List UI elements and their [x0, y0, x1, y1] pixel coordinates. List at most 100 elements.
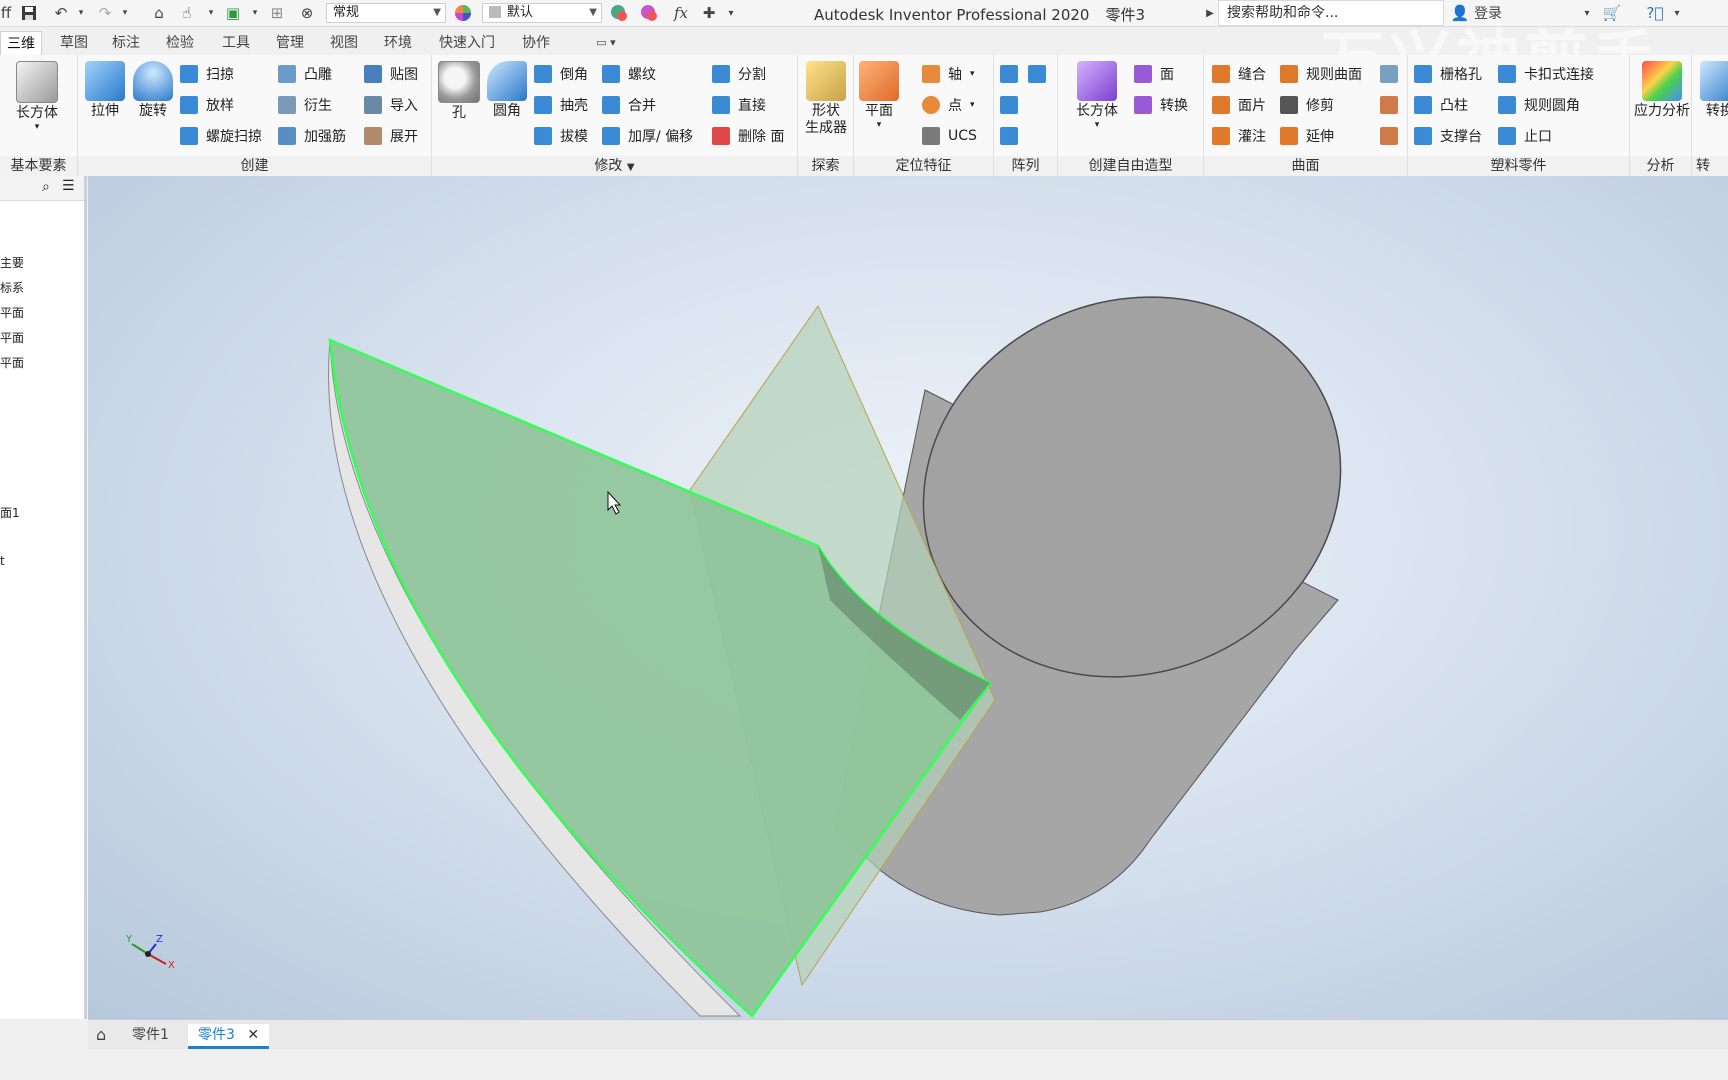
freeform-box-button[interactable]: 长方体 ▾ [1072, 61, 1122, 130]
surface-tool-1-button[interactable] [1380, 62, 1398, 86]
doc-tab-part1[interactable]: 零件1 [132, 1024, 169, 1046]
sculpt-button[interactable]: 灌注 [1212, 124, 1266, 148]
search-icon[interactable]: ⌕ [42, 179, 50, 195]
shell-button[interactable]: 抽壳 [534, 93, 588, 117]
delete-face-button[interactable]: 删除 面 [712, 124, 784, 148]
graphics-viewport[interactable]: Y X Z [88, 176, 1728, 1019]
combine-button[interactable]: 合并 [602, 93, 656, 117]
browser-item-xy-plane[interactable]: 平面 [0, 354, 24, 371]
tab-collaborate[interactable]: 协作 [512, 31, 560, 55]
work-point-button[interactable]: 点 ▾ [922, 93, 975, 117]
surface-tool-3-button[interactable] [1380, 124, 1398, 148]
tab-3d-model[interactable]: 三维模型 [0, 31, 42, 76]
decal-button[interactable]: 贴图 [364, 62, 418, 86]
freeform-face-button[interactable]: 面 [1134, 62, 1174, 86]
work-plane-button[interactable]: 平面 ▾ [854, 61, 904, 130]
ucs-button[interactable]: UCS [922, 124, 977, 148]
hole-button[interactable]: 孔 [434, 61, 484, 122]
revolve-button[interactable]: 旋转 [128, 61, 178, 120]
close-icon[interactable]: ✕ [247, 1027, 259, 1043]
coil-button[interactable]: 螺旋扫掠 [180, 124, 262, 148]
select-icon[interactable]: ☝ [176, 3, 198, 23]
snap-fit-button[interactable]: 卡扣式连接 [1498, 62, 1594, 86]
grill-button[interactable]: 栅格孔 [1414, 62, 1482, 86]
browser-item-coordinate-system[interactable]: 标系 [0, 279, 24, 296]
thread-button[interactable]: 螺纹 [602, 62, 656, 86]
tab-manage[interactable]: 管理 [268, 31, 312, 55]
circular-pattern-button[interactable] [1000, 93, 1018, 117]
stress-analysis-button[interactable]: 应力分析 [1631, 61, 1693, 120]
patch-button[interactable]: 面片 [1212, 93, 1266, 117]
rest-button[interactable]: 支撑台 [1414, 124, 1482, 148]
select-dropdown-icon[interactable]: ▾ [206, 3, 216, 23]
derive-button[interactable]: 衍生 [278, 93, 332, 117]
customize-dropdown-icon[interactable]: ▾ [724, 3, 738, 23]
tab-get-started[interactable]: 快速入门 [432, 31, 502, 55]
tab-inspect[interactable]: 检验 [158, 31, 202, 55]
chamfer-button[interactable]: 倒角 [534, 62, 588, 86]
sketch-pattern-button[interactable] [1000, 124, 1018, 148]
panel-title-modify[interactable]: 修改 ▼ [432, 156, 797, 176]
browser-item-surface[interactable]: 面1 [0, 504, 20, 521]
tab-environments[interactable]: 环境 [376, 31, 420, 55]
rectangular-pattern-button[interactable] [1000, 62, 1018, 86]
rule-fillet-button[interactable]: 规则圆角 [1498, 93, 1580, 117]
browser-item-yz-plane[interactable]: 平面 [0, 304, 24, 321]
sweep-button[interactable]: 扫掠 [180, 62, 234, 86]
color-override-icon[interactable]: ⊗ [296, 3, 318, 23]
save-icon[interactable] [18, 3, 40, 23]
thicken-offset-button[interactable]: 加厚/ 偏移 [602, 124, 693, 148]
draft-button[interactable]: 拔模 [534, 124, 588, 148]
tab-sketch[interactable]: 草图 [52, 31, 96, 55]
mirror-button[interactable] [1028, 62, 1046, 86]
trim-button[interactable]: 修剪 [1280, 93, 1334, 117]
ribbon-display-toggle-icon[interactable]: ▭ ▾ [586, 31, 626, 55]
extend-button[interactable]: 延伸 [1280, 124, 1334, 148]
appearance-select[interactable]: 常规 ▼ [326, 3, 446, 23]
help-dropdown-icon[interactable]: ▾ [1670, 3, 1684, 23]
stitch-button[interactable]: 缝合 [1212, 62, 1266, 86]
update-dropdown-icon[interactable]: ▾ [250, 3, 260, 23]
tab-tools[interactable]: 工具 [214, 31, 258, 55]
undo-dropdown-icon[interactable]: ▾ [76, 3, 86, 23]
convert-button[interactable]: 转换 [1692, 61, 1728, 120]
search-expand-icon[interactable]: ▶ [1204, 3, 1216, 23]
appearance-adjust-icon[interactable] [608, 3, 630, 23]
ruled-surface-button[interactable]: 规则曲面 [1280, 62, 1362, 86]
emboss-button[interactable]: 凸雕 [278, 62, 332, 86]
redo-dropdown-icon[interactable]: ▾ [120, 3, 130, 23]
tab-annotate[interactable]: 标注 [104, 31, 148, 55]
material-select[interactable]: 默认 ▼ [482, 3, 602, 23]
browser-item-xz-plane[interactable]: 平面 [0, 329, 24, 346]
box-primitive-button[interactable]: 长方体 ▾ [12, 61, 62, 132]
unfold-button[interactable]: 展开 [364, 124, 418, 148]
doc-tab-part3[interactable]: 零件3 ✕ [188, 1024, 270, 1049]
extrude-button[interactable]: 拉伸 [80, 61, 130, 120]
shape-generator-button[interactable]: 形状 生成器 [801, 61, 851, 137]
parameters-fx-icon[interactable]: fx [668, 3, 694, 23]
redo-icon[interactable]: ↷ [92, 3, 118, 23]
freeform-convert-button[interactable]: 转换 [1134, 93, 1188, 117]
lip-button[interactable]: 止口 [1498, 124, 1552, 148]
rib-button[interactable]: 加强筋 [278, 124, 346, 148]
menu-icon[interactable]: ☰ [62, 178, 75, 194]
import-button[interactable]: 导入 [364, 93, 418, 117]
app-menu-icon[interactable]: ﬀ [0, 3, 12, 23]
split-button[interactable]: 分割 [712, 62, 766, 86]
measure-icon[interactable]: ⊞ [266, 3, 288, 23]
tab-view[interactable]: 视图 [322, 31, 366, 55]
home-icon[interactable]: ⌂ [96, 1024, 106, 1046]
boss-button[interactable]: 凸柱 [1414, 93, 1468, 117]
update-icon[interactable]: ▣ [222, 3, 244, 23]
work-axis-button[interactable]: 轴 ▾ [922, 62, 975, 86]
color-wheel-icon[interactable] [452, 3, 474, 23]
home-icon[interactable]: ⌂ [148, 3, 170, 23]
direct-edit-button[interactable]: 直接 [712, 93, 766, 117]
browser-item-end[interactable]: t [0, 554, 5, 568]
undo-icon[interactable]: ↶ [48, 3, 74, 23]
loft-button[interactable]: 放样 [180, 93, 234, 117]
clear-appearance-icon[interactable] [638, 3, 660, 23]
fillet-button[interactable]: 圆角 [482, 61, 532, 120]
browser-item-origin[interactable]: 主要 [0, 254, 24, 271]
surface-tool-2-button[interactable] [1380, 93, 1398, 117]
